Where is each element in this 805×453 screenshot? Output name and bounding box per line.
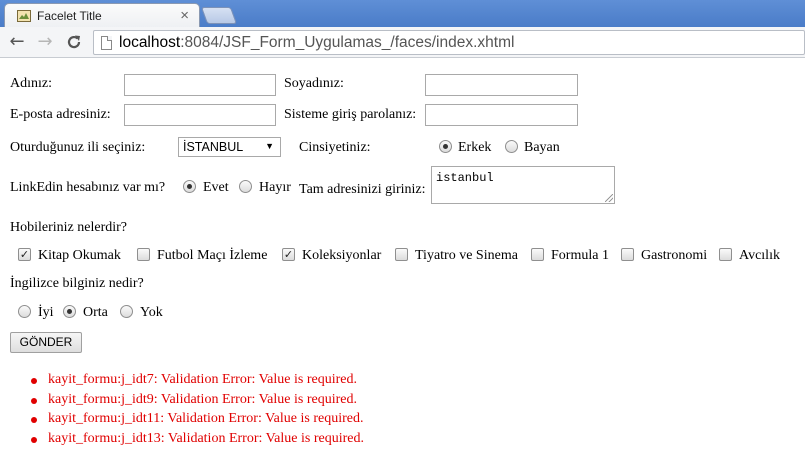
hobby-label-futbol: Futbol Maçı İzleme <box>157 248 268 263</box>
gender-radio-erkek[interactable] <box>439 140 452 153</box>
reload-icon[interactable] <box>63 31 85 53</box>
hobby-checkbox-avcilik[interactable] <box>719 248 732 261</box>
tab-title: Facelet Title <box>37 9 102 23</box>
english-radio-yok[interactable] <box>120 305 133 318</box>
address-bar[interactable]: localhost:8084/JSF_Form_Uygulamas_/faces… <box>93 30 805 55</box>
linkedin-option-evet: Evet <box>203 180 229 195</box>
hobby-checkbox-formula[interactable] <box>531 248 544 261</box>
name-input[interactable] <box>124 74 276 96</box>
error-message: kayit_formu:j_idt7: Validation Error: Va… <box>0 372 364 392</box>
hobby-checkbox-futbol[interactable] <box>137 248 150 261</box>
submit-button[interactable]: GÖNDER <box>10 332 82 353</box>
hobby-label-formula: Formula 1 <box>551 248 609 263</box>
address-text: istanbul <box>436 171 494 185</box>
url-text: localhost:8084/JSF_Form_Uygulamas_/faces… <box>119 34 515 51</box>
browser-toolbar: ← → localhost:8084/JSF_Form_Uygulamas_/f… <box>0 27 805 58</box>
address-label: Tam adresinizi giriniz: <box>299 182 426 197</box>
error-message: kayit_formu:j_idt13: Validation Error: V… <box>0 431 364 451</box>
error-message: kayit_formu:j_idt11: Validation Error: V… <box>0 411 364 431</box>
address-textarea[interactable]: istanbul <box>431 166 615 204</box>
hobby-label-tiyatro: Tiyatro ve Sinema <box>415 248 518 263</box>
city-label: Oturduğunuz ili seçiniz: <box>10 140 146 155</box>
resize-handle[interactable] <box>605 194 613 202</box>
surname-label: Soyadınız: <box>284 76 344 91</box>
forward-arrow-icon[interactable]: → <box>34 31 56 53</box>
city-select[interactable]: İSTANBUL ▼ <box>178 137 281 157</box>
surname-input[interactable] <box>425 74 578 96</box>
hobby-checkbox-kitap[interactable]: ✓ <box>18 248 31 261</box>
email-label: E-posta adresiniz: <box>10 107 111 122</box>
browser-tabstrip: Facelet Title × <box>0 0 805 28</box>
english-option-orta: Orta <box>83 305 108 320</box>
tab-close-icon[interactable]: × <box>180 7 189 24</box>
english-option-iyi: İyi <box>38 305 54 320</box>
dropdown-arrow-icon: ▼ <box>265 141 274 151</box>
linkedin-radio-evet[interactable] <box>183 180 196 193</box>
gender-option-erkek: Erkek <box>458 140 492 155</box>
english-radio-orta[interactable] <box>63 305 76 318</box>
password-input[interactable] <box>425 104 578 126</box>
hobby-label-kitap: Kitap Okumak <box>38 248 121 263</box>
hobby-label-avcilik: Avcılık <box>739 248 780 263</box>
linkedin-radio-hayir[interactable] <box>239 180 252 193</box>
error-messages: kayit_formu:j_idt7: Validation Error: Va… <box>0 372 364 450</box>
gender-option-bayan: Bayan <box>524 140 560 155</box>
page-icon <box>101 36 112 50</box>
english-label: İngilizce bilginiz nedir? <box>10 276 144 291</box>
linkedin-option-hayir: Hayır <box>259 180 291 195</box>
password-label: Sisteme giriş parolanız: <box>284 107 417 122</box>
email-input[interactable] <box>124 104 276 126</box>
hobbies-label: Hobileriniz nelerdir? <box>10 220 128 235</box>
name-label: Adınız: <box>10 76 52 91</box>
hobby-checkbox-tiyatro[interactable] <box>395 248 408 261</box>
english-radio-iyi[interactable] <box>18 305 31 318</box>
gender-label: Cinsiyetiniz: <box>299 140 371 155</box>
gender-radio-bayan[interactable] <box>505 140 518 153</box>
hobby-label-koleksiyon: Koleksiyonlar <box>302 248 382 263</box>
linkedin-label: LinkEdin hesabınız var mı? <box>10 180 166 195</box>
hobby-checkbox-koleksiyon[interactable]: ✓ <box>282 248 295 261</box>
favicon-icon <box>17 10 31 22</box>
error-message: kayit_formu:j_idt9: Validation Error: Va… <box>0 392 364 412</box>
city-select-value: İSTANBUL <box>183 140 244 154</box>
hobby-checkbox-gastronomi[interactable] <box>621 248 634 261</box>
new-tab-button[interactable] <box>200 7 238 24</box>
english-option-yok: Yok <box>140 305 163 320</box>
back-arrow-icon[interactable]: ← <box>6 31 28 53</box>
hobby-label-gastronomi: Gastronomi <box>641 248 708 263</box>
browser-tab[interactable]: Facelet Title × <box>4 3 200 28</box>
